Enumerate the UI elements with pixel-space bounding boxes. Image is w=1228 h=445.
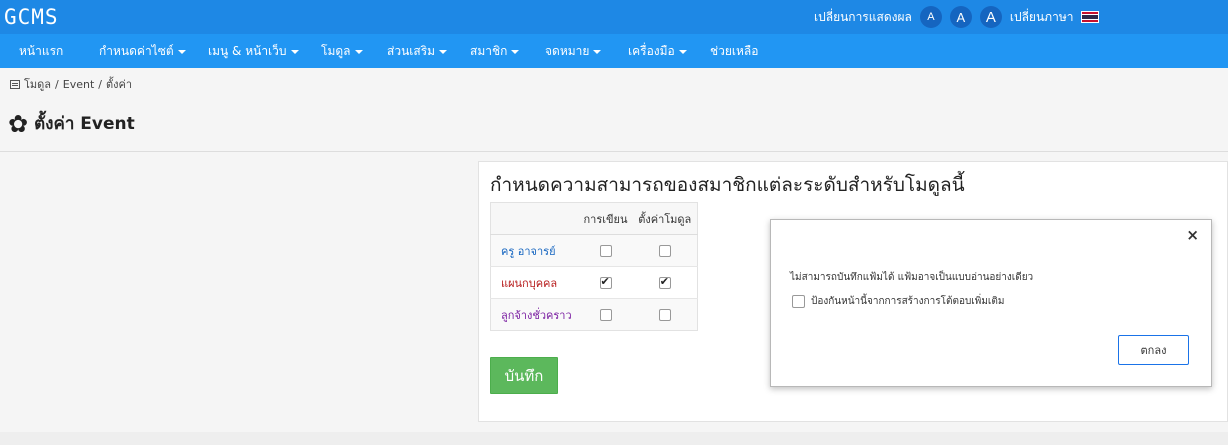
column-header-write: การเขียน [578,202,633,235]
config-checkbox[interactable] [658,309,671,321]
font-size-medium-button[interactable]: A [949,6,972,28]
dialog-message: ไม่สามารถบันทึกแฟ้มได้ แฟ้มอาจเป็นแบบอ่า… [790,272,1034,283]
nav-addons[interactable]: ส่วนเสริม [387,34,448,68]
column-header-config: ตั้งค่าโมดูล [632,202,698,235]
header-divider [0,151,1228,152]
caret-down-icon [354,49,363,54]
breadcrumb-event[interactable]: Event [63,78,95,91]
nav-label: เครื่องมือ [628,44,675,58]
top-bar: GCMS เปลี่ยนการแสดงผล A A A เปลี่ยนภาษา [0,0,1228,34]
nav-label: สมาชิก [470,44,508,58]
table-row: แผนกบุคคล [490,266,698,299]
config-checkbox[interactable] [658,275,671,289]
role-name: ครู อาจารย์ [490,234,579,267]
footer-strip [0,432,1228,445]
caret-down-icon [678,49,687,54]
permissions-table: การเขียน ตั้งค่าโมดูล ครู อาจารย์ แผนกบุ… [490,202,698,331]
role-name: แผนกบุคคล [490,266,579,299]
nav-modules[interactable]: โมดูล [321,34,363,68]
role-name: ลูกจ้างชั่วคราว [490,298,579,331]
nav-help[interactable]: ช่วยเหลือ [710,34,759,68]
nav-label: โมดูล [321,44,351,58]
nav-label: จดหมาย [545,44,590,58]
gear-icon: ✿ [8,109,29,138]
nav-mail[interactable]: จดหมาย [545,34,602,68]
config-checkbox[interactable] [658,245,671,257]
change-display-label: เปลี่ยนการแสดงผล [814,9,912,24]
module-icon [10,79,20,89]
close-icon[interactable]: × [1186,226,1199,244]
write-checkbox[interactable] [599,245,612,257]
caret-down-icon [290,49,299,54]
permissions-heading: กำหนดความสามารถของสมาชิกแต่ละระดับสำหรับ… [490,174,965,196]
change-language-label[interactable]: เปลี่ยนภาษา [1010,8,1074,27]
prevent-dialogs-option[interactable]: ป้องกันหน้านี้จากการสร้างการโต้ตอบเพิ่มเ… [792,294,1004,309]
table-header-row: การเขียน ตั้งค่าโมดูล [490,202,698,235]
nav-site-settings[interactable]: กำหนดค่าไซต์ [99,34,186,68]
nav-tools[interactable]: เครื่องมือ [628,34,687,68]
nav-home[interactable]: หน้าแรก [19,34,63,68]
thai-flag-icon[interactable] [1081,11,1100,23]
font-size-large-button[interactable]: A [979,6,1002,28]
nav-label: ส่วนเสริม [387,44,436,58]
nav-menu-pages[interactable]: เมนู & หน้าเว็บ [208,34,299,68]
table-row: ครู อาจารย์ [490,234,698,267]
prevent-dialogs-label[interactable]: ป้องกันหน้านี้จากการสร้างการโต้ตอบเพิ่มเ… [811,294,1004,309]
save-button[interactable]: บันทึก [490,357,558,394]
breadcrumb-modules[interactable]: โมดูล [24,75,51,93]
breadcrumb-separator: / [55,77,59,91]
ok-button[interactable]: ตกลง [1118,335,1189,365]
page-title-text: ตั้งค่า Event [34,114,135,134]
nav-label: หน้าแรก [19,44,64,58]
nav-members[interactable]: สมาชิก [470,34,520,68]
site-logo[interactable]: GCMS [4,5,59,29]
display-options: เปลี่ยนการแสดงผล A A A เปลี่ยนภาษา [814,6,1100,28]
caret-down-icon [177,49,186,54]
breadcrumb-settings: ตั้งค่า [106,78,133,91]
font-size-small-button[interactable]: A [919,6,942,28]
column-header-role [490,202,579,235]
caret-down-icon [593,49,602,54]
caret-down-icon [439,49,448,54]
nav-label: ช่วยเหลือ [710,44,759,58]
breadcrumb-separator: / [98,77,102,91]
main-nav: หน้าแรก กำหนดค่าไซต์ เมนู & หน้าเว็บ โมด… [0,34,1228,68]
breadcrumb: โมดูล / Event / ตั้งค่า [10,75,132,93]
table-row: ลูกจ้างชั่วคราว [490,298,698,331]
page-title: ✿ ตั้งค่า Event [8,110,135,137]
prevent-dialogs-checkbox[interactable] [792,295,805,308]
caret-down-icon [511,49,520,54]
nav-label: เมนู & หน้าเว็บ [208,44,287,58]
nav-label: กำหนดค่าไซต์ [99,44,174,58]
alert-dialog: × ไม่สามารถบันทึกแฟ้มได้ แฟ้มอาจเป็นแบบอ… [770,219,1212,387]
write-checkbox[interactable] [599,275,612,289]
write-checkbox[interactable] [599,309,612,321]
